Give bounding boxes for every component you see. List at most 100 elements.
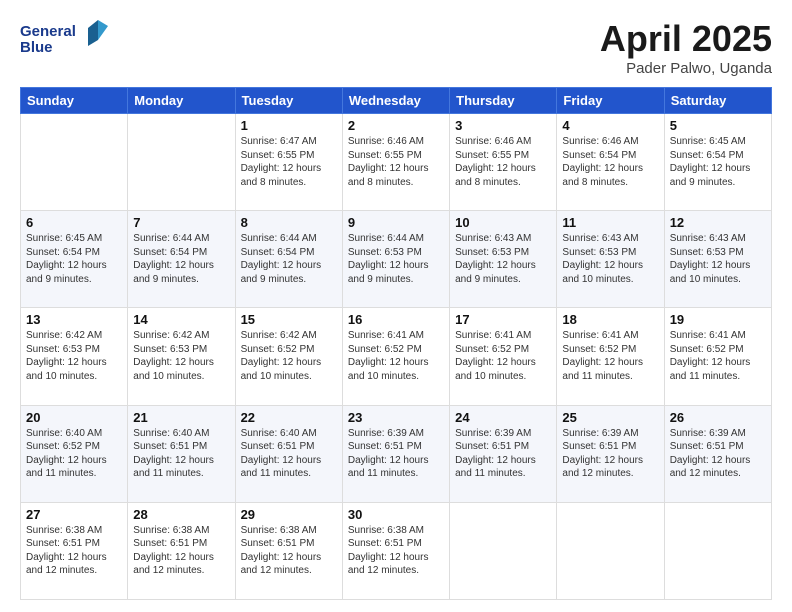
day-info: Sunrise: 6:38 AM Sunset: 6:51 PM Dayligh… xyxy=(241,524,337,578)
day-number: 9 xyxy=(348,215,444,230)
logo-svg: General Blue xyxy=(20,18,110,62)
day-info: Sunrise: 6:47 AM Sunset: 6:55 PM Dayligh… xyxy=(241,135,337,189)
day-number: 24 xyxy=(455,410,551,425)
calendar-cell: 29Sunrise: 6:38 AM Sunset: 6:51 PM Dayli… xyxy=(235,502,342,599)
week-row-2: 6 Sunrise: 6:45 AM Sunset: 6:54 PM Daylig… xyxy=(21,211,772,308)
calendar-cell: 23Sunrise: 6:39 AM Sunset: 6:51 PM Dayli… xyxy=(342,405,449,502)
day-info: Sunrise: 6:43 AM Sunset: 6:53 PM Dayligh… xyxy=(562,232,658,286)
day-number: 11 xyxy=(562,215,658,230)
weekday-header-row: SundayMondayTuesdayWednesdayThursdayFrid… xyxy=(21,88,772,114)
calendar-cell xyxy=(557,502,664,599)
calendar-cell: 2 Sunrise: 6:46 AM Sunset: 6:55 PM Daylig… xyxy=(342,114,449,211)
day-number: 30 xyxy=(348,507,444,522)
day-number: 4 xyxy=(562,118,658,133)
calendar-cell: 6 Sunrise: 6:45 AM Sunset: 6:54 PM Daylig… xyxy=(21,211,128,308)
calendar-cell xyxy=(450,502,557,599)
day-number: 1 xyxy=(241,118,337,133)
day-number: 27 xyxy=(26,507,122,522)
day-info: Sunrise: 6:43 AM Sunset: 6:53 PM Dayligh… xyxy=(670,232,766,286)
day-info: Sunrise: 6:46 AM Sunset: 6:55 PM Dayligh… xyxy=(348,135,444,189)
day-number: 14 xyxy=(133,312,229,327)
day-info: Sunrise: 6:46 AM Sunset: 6:55 PM Dayligh… xyxy=(455,135,551,189)
calendar-cell: 12 Sunrise: 6:43 AM Sunset: 6:53 PM Dayli… xyxy=(664,211,771,308)
calendar-cell: 22 Sunrise: 6:40 AM Sunset: 6:51 PM Dayli… xyxy=(235,405,342,502)
day-info: Sunrise: 6:39 AM Sunset: 6:51 PM Dayligh… xyxy=(670,427,766,481)
calendar-cell: 8 Sunrise: 6:44 AM Sunset: 6:54 PM Daylig… xyxy=(235,211,342,308)
calendar-table: SundayMondayTuesdayWednesdayThursdayFrid… xyxy=(20,87,772,600)
calendar-cell: 27 Sunrise: 6:38 AM Sunset: 6:51 PM Dayli… xyxy=(21,502,128,599)
day-number: 20 xyxy=(26,410,122,425)
day-number: 17 xyxy=(455,312,551,327)
day-number: 10 xyxy=(455,215,551,230)
weekday-header-thursday: Thursday xyxy=(450,88,557,114)
weekday-header-monday: Monday xyxy=(128,88,235,114)
day-number: 8 xyxy=(241,215,337,230)
weekday-header-wednesday: Wednesday xyxy=(342,88,449,114)
day-info: Sunrise: 6:44 AM Sunset: 6:54 PM Dayligh… xyxy=(133,232,229,286)
day-info: Sunrise: 6:38 AM Sunset: 6:51 PM Dayligh… xyxy=(26,524,122,578)
day-number: 6 xyxy=(26,215,122,230)
calendar-cell: 13 Sunrise: 6:42 AM Sunset: 6:53 PM Dayli… xyxy=(21,308,128,405)
calendar-cell: 25Sunrise: 6:39 AM Sunset: 6:51 PM Dayli… xyxy=(557,405,664,502)
calendar-cell: 5Sunrise: 6:45 AM Sunset: 6:54 PM Daylig… xyxy=(664,114,771,211)
day-number: 13 xyxy=(26,312,122,327)
day-info: Sunrise: 6:46 AM Sunset: 6:54 PM Dayligh… xyxy=(562,135,658,189)
calendar-cell: 24Sunrise: 6:39 AM Sunset: 6:51 PM Dayli… xyxy=(450,405,557,502)
week-row-3: 13 Sunrise: 6:42 AM Sunset: 6:53 PM Dayli… xyxy=(21,308,772,405)
day-info: Sunrise: 6:40 AM Sunset: 6:51 PM Dayligh… xyxy=(133,427,229,481)
day-info: Sunrise: 6:40 AM Sunset: 6:51 PM Dayligh… xyxy=(241,427,337,481)
calendar-cell: 15Sunrise: 6:42 AM Sunset: 6:52 PM Dayli… xyxy=(235,308,342,405)
day-number: 21 xyxy=(133,410,229,425)
day-number: 25 xyxy=(562,410,658,425)
svg-text:Blue: Blue xyxy=(20,39,53,56)
weekday-header-tuesday: Tuesday xyxy=(235,88,342,114)
calendar-cell: 3Sunrise: 6:46 AM Sunset: 6:55 PM Daylig… xyxy=(450,114,557,211)
calendar-cell: 20Sunrise: 6:40 AM Sunset: 6:52 PM Dayli… xyxy=(21,405,128,502)
day-info: Sunrise: 6:38 AM Sunset: 6:51 PM Dayligh… xyxy=(348,524,444,578)
day-info: Sunrise: 6:42 AM Sunset: 6:53 PM Dayligh… xyxy=(26,329,122,383)
weekday-header-friday: Friday xyxy=(557,88,664,114)
day-number: 16 xyxy=(348,312,444,327)
weekday-header-sunday: Sunday xyxy=(21,88,128,114)
day-number: 15 xyxy=(241,312,337,327)
day-number: 2 xyxy=(348,118,444,133)
page: General Blue April 2025 Pader Palwo, Uga… xyxy=(0,0,792,612)
day-info: Sunrise: 6:41 AM Sunset: 6:52 PM Dayligh… xyxy=(455,329,551,383)
day-info: Sunrise: 6:39 AM Sunset: 6:51 PM Dayligh… xyxy=(348,427,444,481)
week-row-1: 1 Sunrise: 6:47 AM Sunset: 6:55 PM Daylig… xyxy=(21,114,772,211)
calendar-cell: 21 Sunrise: 6:40 AM Sunset: 6:51 PM Dayli… xyxy=(128,405,235,502)
calendar-cell: 4 Sunrise: 6:46 AM Sunset: 6:54 PM Daylig… xyxy=(557,114,664,211)
day-number: 7 xyxy=(133,215,229,230)
day-number: 18 xyxy=(562,312,658,327)
day-number: 26 xyxy=(670,410,766,425)
day-number: 22 xyxy=(241,410,337,425)
calendar-cell: 14Sunrise: 6:42 AM Sunset: 6:53 PM Dayli… xyxy=(128,308,235,405)
svg-text:General: General xyxy=(20,23,76,40)
calendar-cell xyxy=(128,114,235,211)
day-info: Sunrise: 6:41 AM Sunset: 6:52 PM Dayligh… xyxy=(670,329,766,383)
calendar-cell xyxy=(21,114,128,211)
day-info: Sunrise: 6:44 AM Sunset: 6:53 PM Dayligh… xyxy=(348,232,444,286)
day-number: 28 xyxy=(133,507,229,522)
calendar-cell: 7 Sunrise: 6:44 AM Sunset: 6:54 PM Daylig… xyxy=(128,211,235,308)
header: General Blue April 2025 Pader Palwo, Uga… xyxy=(20,18,772,77)
day-number: 19 xyxy=(670,312,766,327)
calendar-cell: 11 Sunrise: 6:43 AM Sunset: 6:53 PM Dayli… xyxy=(557,211,664,308)
day-number: 5 xyxy=(670,118,766,133)
logo: General Blue xyxy=(20,18,110,62)
calendar-cell: 9 Sunrise: 6:44 AM Sunset: 6:53 PM Daylig… xyxy=(342,211,449,308)
day-info: Sunrise: 6:41 AM Sunset: 6:52 PM Dayligh… xyxy=(562,329,658,383)
calendar-cell: 30 Sunrise: 6:38 AM Sunset: 6:51 PM Dayli… xyxy=(342,502,449,599)
calendar-cell: 28Sunrise: 6:38 AM Sunset: 6:51 PM Dayli… xyxy=(128,502,235,599)
title-block: April 2025 Pader Palwo, Uganda xyxy=(600,18,772,77)
week-row-4: 20Sunrise: 6:40 AM Sunset: 6:52 PM Dayli… xyxy=(21,405,772,502)
day-info: Sunrise: 6:45 AM Sunset: 6:54 PM Dayligh… xyxy=(26,232,122,286)
location: Pader Palwo, Uganda xyxy=(600,60,772,77)
weekday-header-saturday: Saturday xyxy=(664,88,771,114)
day-info: Sunrise: 6:44 AM Sunset: 6:54 PM Dayligh… xyxy=(241,232,337,286)
calendar-cell: 26 Sunrise: 6:39 AM Sunset: 6:51 PM Dayli… xyxy=(664,405,771,502)
month-title: April 2025 xyxy=(600,18,772,60)
day-info: Sunrise: 6:43 AM Sunset: 6:53 PM Dayligh… xyxy=(455,232,551,286)
week-row-5: 27 Sunrise: 6:38 AM Sunset: 6:51 PM Dayli… xyxy=(21,502,772,599)
day-number: 12 xyxy=(670,215,766,230)
